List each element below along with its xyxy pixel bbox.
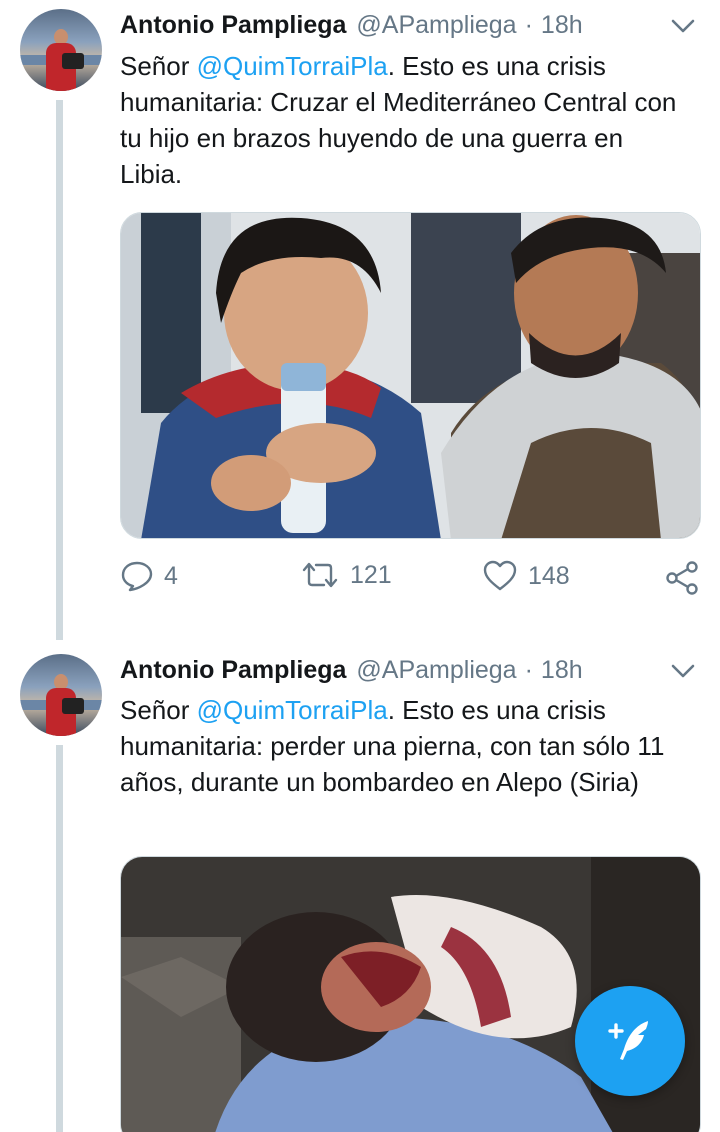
mention-link[interactable]: @QuimTorraiPla: [197, 51, 388, 81]
mention-link[interactable]: @QuimTorraiPla: [197, 695, 388, 725]
like-button[interactable]: 148: [482, 560, 570, 592]
tweet-text: Señor @QuimTorraiPla. Esto es una crisis…: [120, 692, 690, 800]
retweet-icon: [302, 562, 338, 588]
share-icon: [666, 561, 698, 595]
tweet-actions: 4 121 148: [120, 560, 700, 596]
reply-count: 4: [164, 561, 178, 590]
tweet-media-photo[interactable]: [120, 212, 701, 539]
chevron-down-icon[interactable]: [670, 661, 696, 681]
photo-refugee-father-child: [121, 213, 700, 538]
timestamp[interactable]: 18h: [541, 656, 583, 685]
separator: ·: [524, 655, 533, 684]
reply-icon: [121, 561, 153, 592]
author-handle[interactable]: @APampliega: [356, 656, 516, 685]
reply-button[interactable]: 4: [120, 560, 178, 592]
tweet-text: Señor @QuimTorraiPla. Esto es una crisis…: [120, 48, 690, 192]
share-button[interactable]: [664, 560, 700, 596]
heart-icon: [483, 560, 517, 591]
avatar[interactable]: [20, 654, 102, 736]
separator: ·: [524, 10, 533, 39]
retweet-count: 121: [350, 560, 392, 589]
tweet[interactable]: Antonio Pampliega @APampliega · 18h Seño…: [0, 0, 720, 640]
chevron-down-icon[interactable]: [670, 16, 696, 36]
author-name[interactable]: Antonio Pampliega: [120, 656, 346, 685]
timestamp[interactable]: 18h: [541, 11, 583, 40]
compose-tweet-button[interactable]: [575, 986, 685, 1096]
tweet-header: Antonio Pampliega @APampliega · 18h: [120, 653, 700, 687]
author-name[interactable]: Antonio Pampliega: [120, 11, 346, 40]
like-count: 148: [528, 561, 570, 590]
retweet-button[interactable]: 121: [300, 560, 392, 590]
tweet-text-prefix: Señor: [120, 51, 197, 81]
tweet-header: Antonio Pampliega @APampliega · 18h: [120, 8, 700, 42]
avatar[interactable]: [20, 9, 102, 91]
tweet-text-prefix: Señor: [120, 695, 197, 725]
compose-tweet-icon: [608, 1021, 648, 1060]
author-handle[interactable]: @APampliega: [356, 11, 516, 40]
